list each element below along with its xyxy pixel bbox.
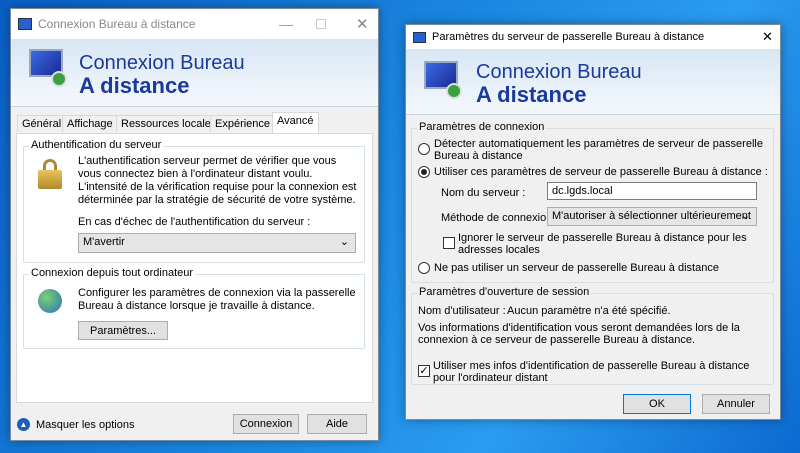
tab-advanced[interactable]: Avancé (272, 112, 319, 133)
use-settings-radio[interactable] (418, 166, 430, 178)
tab-local-resources[interactable]: Ressources locales (116, 115, 222, 132)
server-auth-group: Authentification du serveur L'authentifi… (23, 139, 365, 263)
group-title: Authentification du serveur (29, 139, 164, 151)
window-title: Connexion Bureau à distance (38, 17, 196, 31)
banner-subtitle: A distance (79, 73, 190, 98)
gateway-settings-dialog: Paramètres du serveur de passerelle Bure… (405, 24, 781, 420)
minimize-button[interactable]: — (279, 16, 293, 32)
auth-failure-label: En cas d'échec de l'authentification du … (78, 216, 311, 228)
ok-button[interactable]: OK (623, 394, 691, 414)
auto-detect-label: Détecter automatiquement les paramètres … (434, 138, 763, 162)
monitor-icon (29, 49, 69, 87)
group-title: Paramètres d'ouverture de session (417, 286, 592, 298)
reuse-credentials-label: Utiliser mes infos d'identification de p… (433, 360, 750, 384)
connection-settings-group: Paramètres de connexion Détecter automat… (411, 121, 774, 283)
group-title: Paramètres de connexion (417, 121, 547, 133)
banner: Connexion Bureau A distance (406, 49, 780, 115)
username-value: Aucun paramètre n'a été spécifié. (507, 305, 671, 317)
help-button[interactable]: Aide (307, 414, 367, 434)
tab-panel: Authentification du serveur L'authentifi… (16, 133, 373, 403)
auto-detect-radio[interactable] (418, 143, 430, 155)
reuse-credentials-checkbox[interactable]: ✓ (418, 365, 430, 377)
auth-description: L'authentification serveur permet de vér… (78, 155, 357, 206)
app-icon (413, 31, 426, 43)
app-icon (18, 18, 32, 30)
hide-options-label: Masquer les options (36, 418, 135, 431)
hide-options-toggle[interactable]: ▲ Masquer les options (17, 418, 134, 431)
selected-value: M'avertir (83, 236, 125, 248)
banner-title: Connexion Bureau (476, 61, 642, 83)
bypass-local-checkbox[interactable] (443, 237, 455, 249)
connection-method-select[interactable]: M'autoriser à sélectionner ultérieuremen… (547, 207, 757, 226)
maximize-button[interactable] (316, 19, 326, 29)
globe-computer-icon (38, 289, 62, 313)
dialog-title: Paramètres du serveur de passerelle Bure… (432, 31, 705, 43)
server-name-input[interactable]: dc.lgds.local (547, 182, 757, 200)
auth-failure-select[interactable]: M'avertir ⌄ (78, 233, 356, 253)
credentials-info: Vos informations d'identification vous s… (418, 322, 740, 346)
no-gateway-label: Ne pas utiliser un serveur de passerelle… (434, 262, 719, 274)
group-title: Connexion depuis tout ordinateur (29, 267, 196, 279)
close-button[interactable]: ✕ (762, 29, 773, 45)
connect-button[interactable]: Connexion (233, 414, 299, 434)
tab-display[interactable]: Affichage (62, 115, 118, 132)
tab-general[interactable]: Général (17, 115, 67, 132)
connection-method-label: Méthode de connexion : (441, 212, 559, 224)
server-name-label: Nom du serveur : (441, 187, 526, 199)
bypass-local-label: Ignorer le serveur de passerelle Bureau … (458, 232, 747, 256)
cancel-button[interactable]: Annuler (702, 394, 770, 414)
monitor-icon (424, 61, 464, 99)
logon-settings-group: Paramètres d'ouverture de session Nom d'… (411, 286, 774, 385)
use-settings-label: Utiliser ces paramètres de serveur de pa… (434, 166, 768, 178)
title-bar: Paramètres du serveur de passerelle Bure… (406, 25, 780, 49)
rdp-window: Connexion Bureau à distance — ✕ Connexio… (10, 8, 379, 441)
chevron-up-icon: ▲ (17, 418, 30, 431)
no-gateway-radio[interactable] (418, 262, 430, 274)
banner-title: Connexion Bureau (79, 52, 245, 74)
username-label: Nom d'utilisateur : (418, 305, 506, 317)
banner: Connexion Bureau A distance (11, 39, 378, 107)
settings-button[interactable]: Paramètres... (78, 321, 168, 340)
lock-icon (38, 159, 64, 189)
tab-strip: Général Affichage Ressources locales Exp… (17, 112, 367, 133)
chevron-down-icon: ⌄ (740, 210, 750, 222)
connect-anywhere-group: Connexion depuis tout ordinateur Configu… (23, 267, 365, 349)
anywhere-description: Configurer les paramètres de connexion v… (78, 287, 356, 312)
chevron-down-icon: ⌄ (339, 236, 349, 248)
close-button[interactable]: ✕ (356, 15, 369, 33)
title-bar: Connexion Bureau à distance — ✕ (11, 9, 378, 39)
tab-experience[interactable]: Expérience (210, 115, 276, 132)
banner-subtitle: A distance (476, 82, 587, 107)
selected-value: M'autoriser à sélectionner ultérieuremen… (552, 210, 751, 222)
